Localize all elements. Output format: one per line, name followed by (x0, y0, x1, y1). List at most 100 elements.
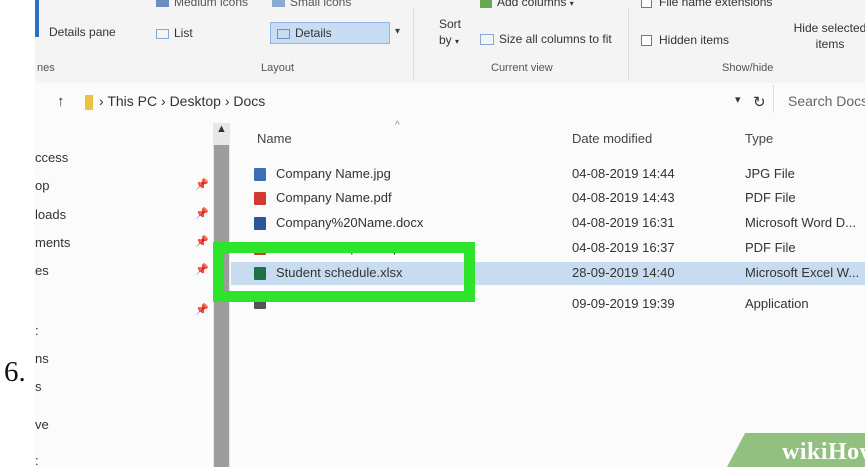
highlight-box (213, 242, 475, 302)
small-icons-icon (272, 0, 285, 8)
nav-item-downloads[interactable]: loads (35, 207, 66, 222)
medium-icons-icon (156, 0, 169, 8)
medium-icons-button[interactable]: Medium icons (156, 0, 248, 9)
word-file-icon (254, 217, 266, 230)
hide-selected-items-button[interactable]: Hide selected items (790, 20, 865, 52)
search-placeholder: Search Docs (788, 93, 865, 109)
layout-dropdown-icon[interactable]: ▾ (395, 26, 400, 37)
refresh-icon[interactable]: ↻ (753, 93, 766, 111)
pin-icon: 📌 (195, 264, 209, 276)
small-icons-label: Small icons (290, 0, 352, 9)
sort-ascending-icon: ^ (395, 120, 400, 131)
nav-scrollbar-thumb[interactable] (214, 145, 229, 467)
details-view-content: Details (277, 26, 332, 40)
ribbon-separator (413, 8, 414, 80)
details-pane-label: Details pane (49, 25, 116, 39)
nav-item-onedrive[interactable]: ve (35, 417, 49, 432)
file-date: 04-08-2019 14:44 (572, 166, 675, 181)
group-label-layout: Layout (261, 62, 295, 74)
column-header-name[interactable]: Name (257, 131, 292, 146)
sort-by-button[interactable]: Sort (439, 17, 461, 31)
watermark-logo: wikiHow (782, 439, 865, 465)
size-all-columns-button[interactable]: Size all columns to fit (480, 32, 612, 46)
nav-item-quick-access[interactable]: ccess (35, 150, 68, 165)
breadcrumb-docs[interactable]: Docs (233, 93, 265, 109)
details-pane-button[interactable]: Details pane (49, 25, 116, 39)
nav-item-icons[interactable]: ns (35, 351, 49, 366)
scroll-up-icon[interactable]: ▲ (216, 123, 227, 135)
view-ribbon: Details pane Medium icons Small icons Li… (35, 0, 865, 84)
checkbox-icon (641, 35, 652, 47)
file-type: Application (745, 296, 809, 311)
breadcrumb: › This PC › Desktop › Docs (99, 93, 265, 109)
jpg-file-icon (254, 168, 266, 181)
file-type: PDF File (745, 240, 796, 255)
address-bar: ↑ › This PC › Desktop › Docs ▾ ↻ Search … (35, 83, 865, 123)
medium-icons-label: Medium icons (174, 0, 249, 9)
hide-selected-label-2: items (815, 37, 845, 51)
list-view-icon (156, 28, 169, 39)
pin-icon: 📌 (195, 236, 209, 248)
list-view-button[interactable]: List (156, 26, 193, 40)
nav-item-drive-2[interactable]: : (35, 453, 39, 467)
hidden-items-checkbox[interactable]: Hidden items (641, 33, 729, 47)
application-file-icon (254, 301, 266, 309)
sort-by-chevron-icon: ▾ (455, 37, 460, 46)
pin-icon: 📌 (195, 208, 209, 220)
up-arrow-icon[interactable]: ↑ (57, 93, 65, 110)
file-name-extensions-checkbox[interactable]: File name extensions (641, 0, 772, 9)
search-box[interactable]: Search Docs (773, 85, 865, 113)
breadcrumb-this-pc[interactable]: This PC (107, 93, 157, 109)
column-header-date[interactable]: Date modified (572, 131, 652, 146)
folder-icon (85, 95, 93, 110)
pdf-file-icon (254, 192, 266, 205)
hide-selected-label: Hide selected (793, 21, 865, 35)
file-type: PDF File (745, 190, 796, 205)
hidden-items-label: Hidden items (659, 33, 730, 47)
details-view-label: Details (295, 26, 332, 40)
breadcrumb-separator-icon: › (99, 93, 104, 109)
nav-item-s[interactable]: s (35, 379, 42, 394)
file-row[interactable]: Company%20Name.docx 04-08-2019 16:31 Mic… (231, 212, 865, 235)
ribbon-edge (35, 0, 39, 37)
sort-by-label: Sort (439, 17, 462, 31)
file-name: Company Name.pdf (276, 190, 392, 205)
file-type: Microsoft Excel W... (745, 265, 860, 280)
add-columns-button[interactable]: Add columns ▾ (480, 0, 574, 9)
file-row[interactable]: Company Name.jpg 04-08-2019 14:44 JPG Fi… (231, 163, 865, 186)
navigation-pane: ccess op loads ments es : ns s ve : 📌 📌 … (35, 123, 213, 467)
address-history-dropdown-icon[interactable]: ▾ (735, 93, 741, 106)
file-name-extensions-label: File name extensions (659, 0, 773, 9)
nav-item-pictures[interactable]: es (35, 263, 49, 278)
file-name: Company Name.jpg (276, 166, 391, 181)
size-all-columns-label: Size all columns to fit (499, 32, 612, 46)
group-label-panes: nes (37, 62, 55, 74)
details-view-icon (277, 28, 290, 39)
breadcrumb-separator-icon: › (224, 93, 230, 109)
breadcrumb-desktop[interactable]: Desktop (170, 93, 221, 109)
file-explorer-window: Details pane Medium icons Small icons Li… (35, 0, 865, 467)
file-type: JPG File (745, 166, 795, 181)
sort-by-row2[interactable]: by ▾ (439, 33, 459, 47)
size-columns-icon (480, 34, 494, 46)
group-label-show-hide: Show/hide (722, 62, 774, 74)
file-date: 09-09-2019 19:39 (572, 296, 675, 311)
nav-item-documents[interactable]: ments (35, 235, 70, 250)
ribbon-separator (628, 8, 629, 80)
file-name: Company%20Name.docx (276, 215, 424, 230)
file-date: 04-08-2019 16:31 (572, 215, 675, 230)
pin-icon: 📌 (195, 304, 209, 316)
list-view-label: List (174, 26, 193, 40)
step-number: 6. (4, 356, 26, 388)
nav-item-drive[interactable]: : (35, 323, 39, 338)
group-label-current-view: Current view (491, 62, 553, 74)
file-type: Microsoft Word D... (745, 215, 857, 230)
sort-by-label-2: by (439, 33, 452, 47)
column-header-type[interactable]: Type (745, 131, 773, 146)
file-row[interactable]: Company Name.pdf 04-08-2019 14:43 PDF Fi… (231, 187, 865, 210)
file-date: 04-08-2019 16:37 (572, 240, 675, 255)
small-icons-button[interactable]: Small icons (272, 0, 351, 9)
nav-item-desktop[interactable]: op (35, 178, 49, 193)
breadcrumb-separator-icon: › (161, 93, 166, 109)
file-date: 04-08-2019 14:43 (572, 190, 675, 205)
